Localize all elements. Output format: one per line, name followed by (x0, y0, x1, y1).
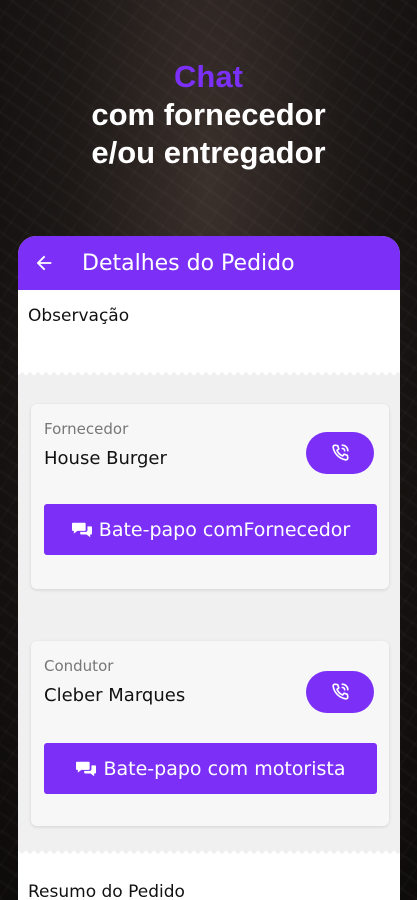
driver-chat-label: Bate-papo com motorista (103, 757, 346, 780)
supplier-chat-button[interactable]: Bate-papo comFornecedor (44, 504, 377, 555)
promo-line-2: e/ou entregador (91, 135, 326, 170)
divider (18, 848, 400, 856)
back-button[interactable] (26, 245, 62, 281)
driver-card: Condutor Cleber Marques Bate-papo com mo… (31, 641, 389, 826)
observation-title: Observação (28, 306, 130, 326)
supplier-chat-label: Bate-papo comFornecedor (98, 518, 351, 541)
summary-section: Resumo do Pedido (18, 848, 400, 900)
supplier-call-button[interactable] (306, 432, 374, 474)
divider (18, 370, 400, 378)
chat-icon (71, 520, 93, 540)
driver-call-button[interactable] (306, 671, 374, 713)
chat-icon (75, 759, 97, 779)
driver-chat-button[interactable]: Bate-papo com motorista (44, 743, 377, 794)
promo-line-1: com fornecedor (91, 97, 326, 132)
summary-title: Resumo do Pedido (28, 882, 185, 900)
promo-accent: Chat (174, 59, 243, 94)
arrow-left-icon (36, 255, 52, 271)
observation-section: Observação (18, 290, 400, 370)
phone-icon (332, 683, 349, 700)
page-title: Detalhes do Pedido (82, 250, 295, 276)
app-bar: Detalhes do Pedido (18, 236, 400, 290)
phone-icon (332, 444, 349, 461)
promo-headline: Chat com fornecedor e/ou entregador (0, 58, 417, 172)
supplier-card: Fornecedor House Burger Bate-papo comFor… (31, 404, 389, 589)
phone-screen: Detalhes do Pedido Observação Fornecedor… (18, 236, 400, 900)
